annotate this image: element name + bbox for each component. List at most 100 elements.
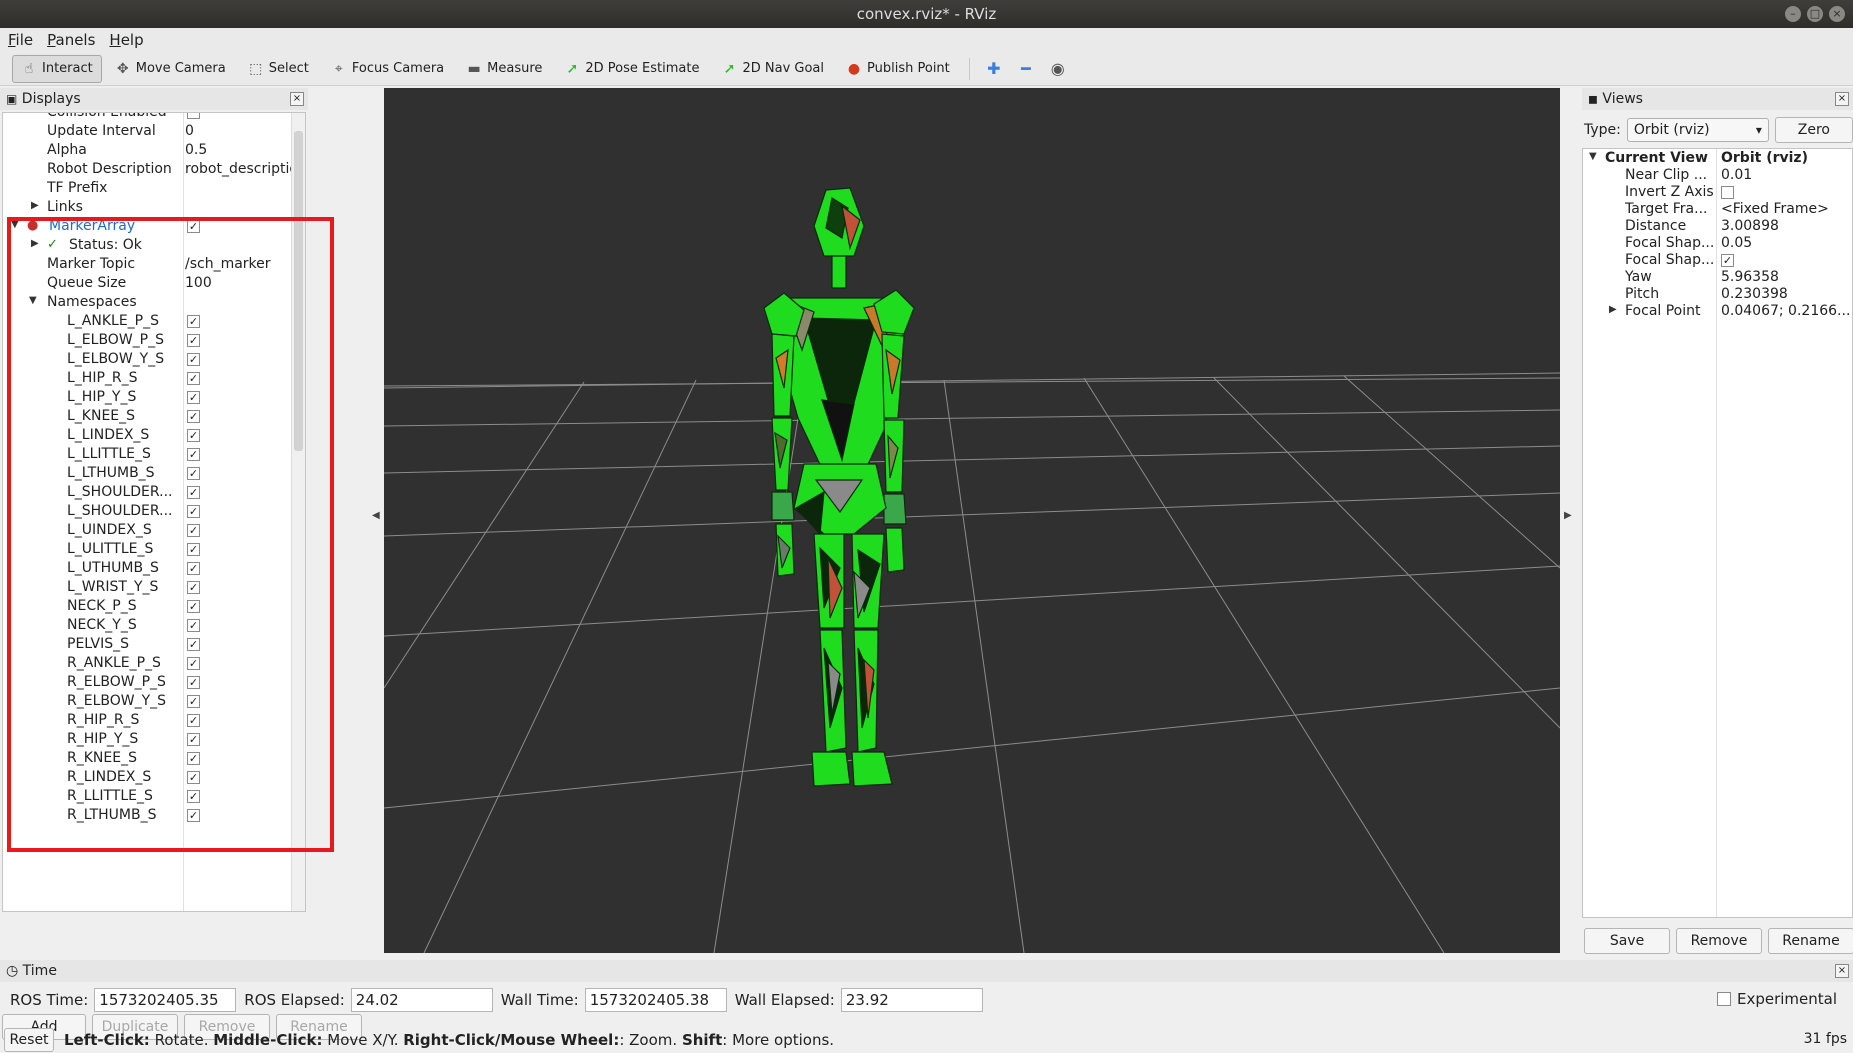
namespace-row[interactable]: R_HIP_Y_S ✓ [3,730,293,749]
select-tool[interactable]: ⬚ Select [239,55,318,83]
expand-arrow-icon[interactable]: ▶ [1609,304,1617,315]
render-canvas[interactable] [384,88,1560,953]
namespace-row[interactable]: L_WRIST_Y_S ✓ [3,578,293,597]
view-prop-value[interactable]: 5.96358 [1721,269,1849,285]
namespace-row[interactable]: L_ULITTLE_S ✓ [3,540,293,559]
view-prop-value[interactable]: 0.05 [1721,235,1849,251]
remove-view-button[interactable]: Remove [1676,928,1762,954]
namespace-row[interactable]: L_UTHUMB_S ✓ [3,559,293,578]
queue-size-row-value[interactable]: 100 [185,275,212,291]
queue-size-row[interactable]: Queue Size 100 [3,274,293,293]
namespace-row-checkbox[interactable]: ✓ [187,448,200,461]
status-row[interactable]: ▶ ✓ Status: Ok [3,236,293,255]
namespace-row[interactable]: L_UINDEX_S ✓ [3,521,293,540]
experimental-toggle[interactable]: Experimental [1716,990,1837,1008]
view-prop-row[interactable]: Yaw 5.96358 [1583,269,1852,286]
display-prop-row-value[interactable]: 0 [185,123,194,139]
namespace-row[interactable]: R_ELBOW_P_S ✓ [3,673,293,692]
namespace-row[interactable]: NECK_P_S ✓ [3,597,293,616]
namespace-row[interactable]: R_LINDEX_S ✓ [3,768,293,787]
close-icon[interactable]: × [1835,92,1849,106]
zero-button[interactable]: Zero [1774,117,1853,143]
namespace-row[interactable]: R_HIP_R_S ✓ [3,711,293,730]
namespace-row-checkbox[interactable]: ✓ [187,429,200,442]
view-prop-value[interactable]: 3.00898 [1721,218,1849,234]
namespace-row[interactable]: R_LLITTLE_S ✓ [3,787,293,806]
minimize-icon[interactable]: – [1785,6,1801,22]
namespace-row-checkbox[interactable]: ✓ [187,410,200,423]
expand-arrow-icon[interactable]: ▶ [31,238,39,249]
render-viewport[interactable] [384,88,1560,953]
namespace-row[interactable]: L_LTHUMB_S ✓ [3,464,293,483]
view-prop-value[interactable]: <Fixed Frame> [1721,201,1849,217]
namespace-row-checkbox[interactable]: ✓ [187,315,200,328]
namespace-row[interactable]: L_SHOULDER... ✓ [3,483,293,502]
scroll-thumb[interactable] [294,131,303,451]
measure-tool[interactable]: ▬ Measure [457,55,551,83]
view-prop-row[interactable]: Pitch 0.230398 [1583,286,1852,303]
display-prop-row[interactable]: Collision Enabled [3,113,293,122]
marker-topic-row-value[interactable]: /sch_marker [185,256,271,272]
namespace-row-checkbox[interactable]: ✓ [187,771,200,784]
reset-button[interactable]: Reset [4,1027,54,1052]
namespace-row[interactable]: L_LLITTLE_S ✓ [3,445,293,464]
add-tool-icon[interactable]: ✚ [980,55,1008,83]
namespace-row-checkbox[interactable]: ✓ [187,581,200,594]
ros-time-field[interactable]: 1573202405.35 [94,988,237,1012]
expand-arrow-icon[interactable]: ▼ [29,295,37,306]
marker-array-row[interactable]: ▼ ● MarkerArray ✓ [3,217,293,236]
namespace-row-checkbox[interactable]: ✓ [187,391,200,404]
namespace-row-checkbox[interactable]: ✓ [187,790,200,803]
expand-arrow-icon[interactable]: ▼ [1589,151,1597,162]
display-prop-row[interactable]: TF Prefix [3,179,293,198]
maximize-icon[interactable]: □ [1807,6,1823,22]
namespace-row-checkbox[interactable]: ✓ [187,809,200,822]
namespace-row-checkbox[interactable]: ✓ [187,353,200,366]
close-icon[interactable]: × [290,92,304,106]
display-prop-row[interactable]: Robot Description robot_description [3,160,305,179]
menu-file[interactable]: File [8,31,33,49]
move-camera-tool[interactable]: ✥ Move Camera [106,55,235,83]
namespace-row[interactable]: L_HIP_Y_S ✓ [3,388,293,407]
namespace-row[interactable]: L_KNEE_S ✓ [3,407,293,426]
collapse-left-icon[interactable]: ◀ [372,510,380,521]
marker-array-row-checkbox[interactable]: ✓ [187,220,200,233]
view-prop-checkbox[interactable]: ✓ [1721,254,1734,267]
marker-topic-row[interactable]: Marker Topic/sch_marker [3,255,293,274]
view-prop-row[interactable]: Distance 3.00898 [1583,218,1852,235]
namespace-row[interactable]: L_ANKLE_P_S ✓ [3,312,293,331]
display-prop-row[interactable]: Update Interval 0 [3,122,293,141]
namespace-row[interactable]: NECK_Y_S ✓ [3,616,293,635]
collapse-right-icon[interactable]: ▶ [1564,510,1572,521]
view-prop-row[interactable]: Invert Z Axis [1583,184,1852,201]
rename-view-button[interactable]: Rename [1768,928,1853,954]
views-tree[interactable]: ▼ Current View Orbit (rviz) Near Clip ..… [1582,148,1853,918]
wall-elapsed-field[interactable]: 23.92 [840,988,983,1012]
namespace-row-checkbox[interactable]: ✓ [187,752,200,765]
view-prop-row[interactable]: Near Clip ... 0.01 [1583,167,1852,184]
ros-elapsed-field[interactable]: 24.02 [350,988,493,1012]
pose-estimate-tool[interactable]: ➚ 2D Pose Estimate [555,55,708,83]
view-prop-checkbox[interactable] [1721,186,1734,199]
namespaces-row[interactable]: ▼ Namespaces [3,293,293,312]
close-icon[interactable]: × [1835,964,1849,978]
display-prop-row[interactable]: Alpha 0.5 [3,141,293,160]
display-prop-row-value[interactable]: 0.5 [185,142,207,158]
view-prop-row[interactable]: ▶ Focal Point 0.04067; 0.2166... [1583,303,1852,320]
namespace-row[interactable]: L_HIP_R_S ✓ [3,369,293,388]
display-prop-row-checkbox[interactable] [187,113,200,119]
namespace-row-checkbox[interactable]: ✓ [187,543,200,556]
namespace-row[interactable]: L_ELBOW_P_S ✓ [3,331,293,350]
namespace-row-checkbox[interactable]: ✓ [187,524,200,537]
displays-scrollbar[interactable] [291,113,305,911]
namespace-row[interactable]: R_ANKLE_P_S ✓ [3,654,293,673]
menu-help[interactable]: Help [109,31,143,49]
namespace-row-checkbox[interactable]: ✓ [187,619,200,632]
namespace-row-checkbox[interactable]: ✓ [187,505,200,518]
view-prop-value[interactable]: 0.04067; 0.2166... [1721,303,1849,319]
namespace-row-checkbox[interactable]: ✓ [187,733,200,746]
interact-tool[interactable]: ☝ Interact [12,54,102,83]
namespace-row[interactable]: R_LTHUMB_S ✓ [3,806,293,825]
view-prop-value[interactable]: 0.01 [1721,167,1849,183]
eye-icon[interactable]: ◉ [1044,55,1072,83]
